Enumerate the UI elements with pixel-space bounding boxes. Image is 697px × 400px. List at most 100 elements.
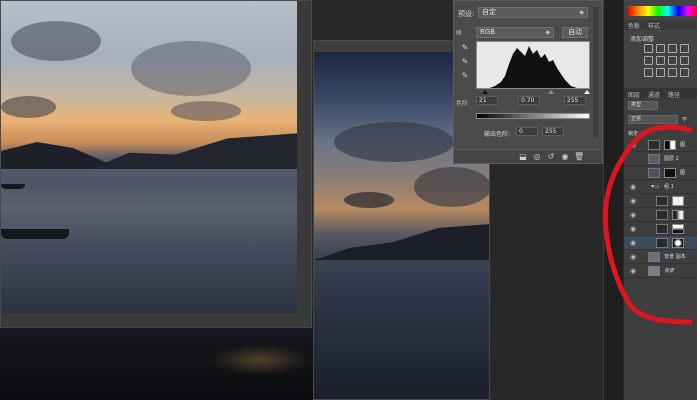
eye-icon[interactable]: ◉ (630, 253, 636, 261)
layer-name: 图 (680, 170, 686, 176)
view-previous-icon[interactable]: ◎ (532, 152, 542, 162)
mask-thumb (664, 168, 676, 178)
channel-value: RGB (480, 28, 496, 36)
layer-row[interactable]: ◉ 图 (624, 138, 697, 152)
preset-label: 预设: (458, 10, 475, 18)
channel-select[interactable]: RGB ◆ (476, 27, 554, 38)
layer-row-selected[interactable]: ◉ (624, 236, 697, 250)
gray-eyedropper-icon[interactable]: ✎ (460, 57, 470, 67)
document-window-sunset[interactable] (0, 0, 312, 328)
cloud (334, 122, 454, 162)
layer-name: 图 (680, 142, 686, 148)
cloud (414, 167, 489, 207)
visibility-icon[interactable]: ◉ (560, 152, 570, 162)
adjustment-thumb (656, 210, 668, 220)
chevron-down-icon: ◆ (579, 9, 584, 16)
panel-scrollbar[interactable] (593, 7, 598, 137)
layer-row[interactable]: ◉ 背景 (624, 264, 697, 278)
blend-mode-select[interactable]: 正常 (628, 115, 678, 124)
photo-filter-icon[interactable] (644, 68, 653, 77)
window-frame-right (297, 1, 311, 327)
invert-icon[interactable] (668, 68, 677, 77)
layer-filter-select[interactable]: 类型 (628, 101, 658, 110)
layer-thumb (648, 154, 660, 164)
layer-row[interactable]: ◉ (624, 222, 697, 236)
cloud (11, 21, 101, 61)
output-black-field[interactable]: 0 (516, 127, 538, 136)
opacity-label[interactable]: 不 (682, 116, 687, 123)
mask-thumb (672, 238, 684, 248)
white-point-handle[interactable] (584, 90, 590, 94)
swatches-styles-tabs: 色板 样式 (624, 20, 697, 30)
white-eyedropper-icon[interactable]: ✎ (460, 71, 470, 81)
layer-name: 图层 2 (664, 156, 679, 162)
mountain-right (91, 133, 301, 169)
water-reflection (210, 345, 310, 375)
cloud (344, 192, 394, 208)
vibrance-icon[interactable] (644, 56, 653, 65)
histogram-graph (489, 46, 577, 88)
output-white-field[interactable]: 255 (542, 127, 564, 136)
layers-panel: 图层 通道 路径 类型 正常 不 锁定: ◉ 图 图层 2 图 ◉ ▾▭ 组 1… (624, 88, 697, 400)
mask-thumb (672, 224, 684, 234)
tab-channels[interactable]: 通道 (648, 90, 660, 99)
levels-adjust-icon: ▤ (456, 29, 462, 36)
channel-mixer-icon[interactable] (656, 68, 665, 77)
reset-icon[interactable]: ↺ (546, 152, 556, 162)
eye-icon[interactable]: ◉ (630, 211, 636, 219)
black-eyedropper-icon[interactable]: ✎ (460, 43, 470, 53)
levels-icon[interactable] (656, 44, 665, 53)
layer-row[interactable]: ◉ (624, 208, 697, 222)
hue-icon[interactable] (656, 56, 665, 65)
layers-tabs: 图层 通道 路径 (624, 88, 697, 99)
eye-icon[interactable]: ◉ (630, 239, 636, 247)
curves-icon[interactable] (668, 44, 677, 53)
layer-row[interactable]: ◉ (624, 194, 697, 208)
trash-icon[interactable]: 🗑 (574, 152, 584, 162)
layer-thumb (648, 266, 660, 276)
tab-styles[interactable]: 样式 (648, 21, 660, 30)
layer-name: 背景 (664, 268, 675, 274)
tab-paths[interactable]: 路径 (668, 90, 680, 99)
adjustment-thumb (656, 224, 668, 234)
layer-row[interactable]: 图 (624, 166, 697, 180)
layer-thumb (648, 168, 660, 178)
color-spectrum[interactable] (628, 6, 697, 16)
black-point-handle[interactable] (482, 90, 488, 94)
eye-icon[interactable]: ◉ (630, 267, 636, 275)
eye-icon[interactable]: ◉ (630, 141, 636, 149)
input-black-field[interactable]: 21 (476, 96, 498, 105)
input-white-field[interactable]: 255 (564, 96, 586, 105)
levels-icon-small: 色阶 (456, 100, 469, 107)
boat (1, 229, 69, 239)
eye-icon[interactable]: ◉ (630, 225, 636, 233)
mask-thumb (672, 196, 684, 206)
brightness-icon[interactable] (644, 44, 653, 53)
auto-button[interactable]: 自动 (562, 27, 588, 38)
layer-row-group[interactable]: ◉ ▾▭ 组 1 (624, 180, 697, 194)
input-gamma-field[interactable]: 0.70 (518, 96, 540, 105)
levels-properties-panel: 预设: 自定 ◆ ▤ RGB ◆ 自动 ✎ ✎ ✎ 色阶 21 0.70 255… (453, 0, 603, 164)
eye-icon[interactable]: ◉ (630, 183, 636, 191)
bw-icon[interactable] (680, 56, 689, 65)
levels-footer-toolbar: ⬓ ◎ ↺ ◉ 🗑 (454, 149, 602, 163)
layer-list: ◉ 图 图层 2 图 ◉ ▾▭ 组 1 ◉ ◉ ◉ ◉ ◉ 背景 副本 ◉ 背景 (624, 138, 697, 278)
layer-row[interactable]: ◉ 背景 副本 (624, 250, 697, 264)
layer-row[interactable]: 图层 2 (624, 152, 697, 166)
panel-dock-strip (603, 0, 623, 400)
adjustment-icon-grid (644, 44, 697, 80)
tab-swatches[interactable]: 色板 (628, 21, 640, 30)
layer-thumb (648, 252, 660, 262)
add-adjustment-label: 添加调整 (630, 36, 655, 43)
preset-select[interactable]: 自定 ◆ (478, 7, 588, 18)
gradient-map-icon[interactable] (680, 68, 689, 77)
exposure-icon[interactable] (680, 44, 689, 53)
lock-label: 锁定: (628, 131, 640, 137)
tab-layers[interactable]: 图层 (628, 90, 640, 99)
eye-icon[interactable]: ◉ (630, 197, 636, 205)
color-balance-icon[interactable] (668, 56, 677, 65)
clip-to-layer-icon[interactable]: ⬓ (518, 152, 528, 162)
chevron-down-icon: ◆ (545, 29, 550, 36)
gamma-handle[interactable] (548, 90, 554, 94)
input-slider[interactable] (476, 90, 590, 94)
